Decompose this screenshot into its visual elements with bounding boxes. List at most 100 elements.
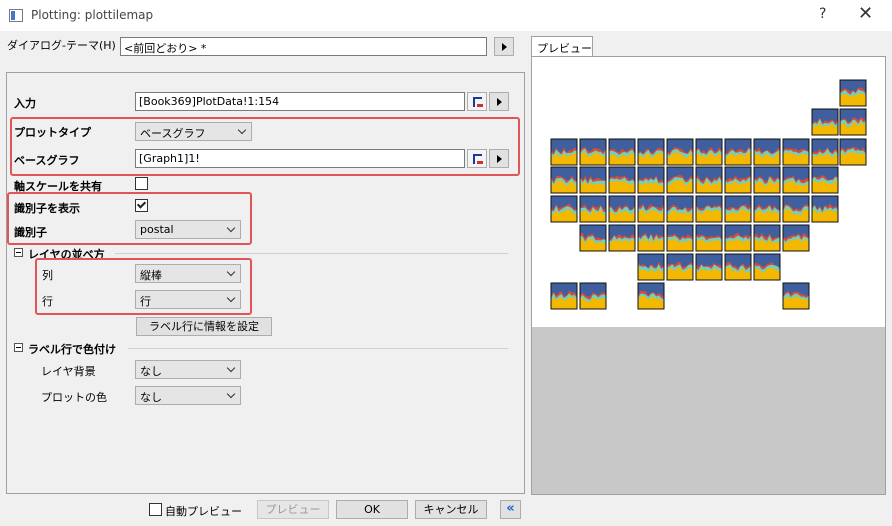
chevron-down-icon (237, 125, 247, 135)
layer-background-select[interactable]: なし (135, 360, 241, 379)
base-graph-field[interactable]: [Graph1]1! (135, 149, 465, 168)
tile-thumbnail (637, 166, 665, 194)
tile-thumbnail (579, 282, 607, 310)
auto-preview-checkbox[interactable] (149, 503, 162, 516)
chevron-down-icon (226, 293, 236, 303)
tile-thumbnail (811, 166, 839, 194)
column-label: 列 (42, 269, 53, 282)
tile-thumbnail (666, 166, 694, 194)
tile-map-preview (550, 79, 867, 310)
dialog-theme-label: ダイアログ-テーマ(H) (7, 39, 116, 52)
tile-thumbnail (724, 138, 752, 166)
label-color-heading: ラベル行で色付け (28, 343, 116, 356)
plot-color-select[interactable]: なし (135, 386, 241, 405)
tile-thumbnail (666, 253, 694, 281)
tile-thumbnail (782, 166, 810, 194)
arrow-right-icon (497, 155, 502, 163)
show-identifier-label: 識別子を表示 (14, 202, 80, 215)
collapse-panel-button[interactable]: « (500, 500, 521, 519)
tile-thumbnail (579, 224, 607, 252)
tile-thumbnail (637, 138, 665, 166)
tile-thumbnail (637, 195, 665, 223)
collapse-icon[interactable] (14, 248, 23, 257)
tile-thumbnail (579, 138, 607, 166)
tile-thumbnail (550, 138, 578, 166)
input-menu-button[interactable] (489, 92, 509, 111)
tile-thumbnail (753, 195, 781, 223)
tile-thumbnail (724, 253, 752, 281)
tile-thumbnail (839, 108, 867, 136)
tile-thumbnail (753, 253, 781, 281)
plot-color-label: プロットの色 (41, 391, 107, 404)
preview-area (531, 56, 886, 495)
tile-thumbnail (839, 79, 867, 107)
chevron-down-icon (226, 267, 236, 277)
tile-thumbnail (637, 224, 665, 252)
tile-thumbnail (753, 138, 781, 166)
group-divider (128, 348, 508, 349)
tile-thumbnail (550, 166, 578, 194)
tile-thumbnail (550, 195, 578, 223)
tile-thumbnail (839, 138, 867, 166)
help-button[interactable]: ? (819, 6, 826, 22)
tile-thumbnail (666, 138, 694, 166)
input-field[interactable]: [Book369]PlotData!1:154 (135, 92, 465, 111)
checkmark-icon (136, 199, 147, 209)
plot-type-label: プロットタイプ (14, 126, 91, 139)
cancel-button[interactable]: キャンセル (415, 500, 487, 519)
input-pick-button[interactable] (467, 92, 487, 111)
group-divider (115, 253, 508, 254)
show-identifier-checkbox[interactable] (135, 199, 148, 212)
preview-tab[interactable]: プレビュー (531, 36, 593, 57)
tile-thumbnail (666, 224, 694, 252)
tile-thumbnail (637, 253, 665, 281)
app-icon (9, 9, 23, 22)
chevron-down-icon (226, 223, 236, 233)
arrow-right-icon (502, 43, 507, 51)
tile-thumbnail (724, 224, 752, 252)
tile-thumbnail (782, 282, 810, 310)
base-graph-pick-button[interactable] (467, 149, 487, 168)
dialog-theme-input[interactable]: <前回どおり> * (120, 37, 487, 56)
tile-thumbnail (782, 138, 810, 166)
tile-thumbnail (811, 138, 839, 166)
theme-menu-button[interactable] (494, 37, 514, 56)
chevron-down-icon (226, 363, 236, 373)
tile-thumbnail (550, 282, 578, 310)
tile-thumbnail (724, 195, 752, 223)
tile-thumbnail (695, 224, 723, 252)
tile-thumbnail (811, 195, 839, 223)
input-label: 入力 (14, 97, 36, 110)
tile-thumbnail (753, 166, 781, 194)
title-bar: Plotting: plottilemap ? ✕ (0, 0, 892, 31)
tile-thumbnail (579, 195, 607, 223)
identifier-select[interactable]: postal (135, 220, 241, 239)
preview-canvas (532, 57, 885, 327)
share-scale-checkbox[interactable] (135, 177, 148, 190)
tile-thumbnail (608, 138, 636, 166)
tile-thumbnail (782, 224, 810, 252)
row-select[interactable]: 行 (135, 290, 241, 309)
plot-type-select[interactable]: ベースグラフ (135, 122, 252, 141)
identifier-label: 識別子 (14, 226, 47, 239)
base-graph-menu-button[interactable] (489, 149, 509, 168)
ok-button[interactable]: OK (336, 500, 408, 519)
window-title: Plotting: plottilemap (31, 8, 154, 22)
tile-thumbnail (811, 108, 839, 136)
tile-thumbnail (608, 195, 636, 223)
tile-thumbnail (637, 282, 665, 310)
column-select[interactable]: 縦棒 (135, 264, 241, 283)
collapse-icon[interactable] (14, 343, 23, 352)
preview-button[interactable]: プレビュー (257, 500, 329, 519)
tile-thumbnail (666, 195, 694, 223)
auto-preview-label: 自動プレビュー (165, 505, 242, 518)
tile-thumbnail (782, 195, 810, 223)
set-label-info-button[interactable]: ラベル行に情報を設定 (136, 317, 272, 336)
close-button[interactable]: ✕ (858, 3, 873, 24)
tile-thumbnail (724, 166, 752, 194)
base-graph-label: ベースグラフ (14, 154, 80, 167)
tile-thumbnail (695, 138, 723, 166)
tile-thumbnail (608, 166, 636, 194)
row-label: 行 (42, 295, 53, 308)
tile-thumbnail (753, 224, 781, 252)
